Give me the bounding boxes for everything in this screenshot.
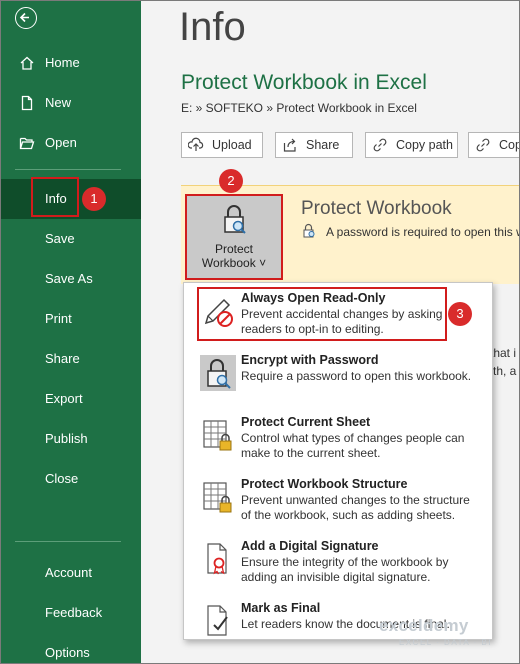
menu-item-desc: Prevent unwanted changes to the structur… bbox=[241, 493, 470, 507]
nav-account-label: Account bbox=[45, 565, 92, 580]
menu-item-desc: make to the current sheet. bbox=[241, 446, 381, 460]
nav-close-label: Close bbox=[45, 471, 79, 486]
protect-workbook-label-line2: Workbook ˅ bbox=[201, 256, 267, 270]
annotation-box-read-only bbox=[197, 287, 447, 341]
protect-heading: Protect Workbook bbox=[301, 198, 452, 219]
background-text-fragment: th, a bbox=[493, 364, 517, 378]
protect-workbook-label-line1: Protect bbox=[214, 242, 253, 256]
nav-publish-label: Publish bbox=[45, 431, 88, 446]
sidebar-divider bbox=[15, 541, 121, 542]
nav-export[interactable]: Export bbox=[1, 379, 141, 419]
chevron-down-icon: ˅ bbox=[259, 256, 267, 270]
protect-description: A password is required to open this work bbox=[326, 225, 520, 239]
nav-save-as-label: Save As bbox=[45, 271, 93, 286]
nav-open[interactable]: Open bbox=[1, 123, 141, 163]
link-icon bbox=[476, 138, 490, 152]
lock-search-icon bbox=[200, 355, 236, 391]
menu-item-desc: of the workbook, such as adding sheets. bbox=[241, 508, 456, 522]
document-final-icon bbox=[207, 605, 228, 636]
copy-path-label: Copy path bbox=[396, 138, 453, 152]
upload-icon bbox=[188, 137, 204, 151]
backstage-sidebar: Home New Open Info 1 Save Save As Print … bbox=[1, 1, 141, 663]
new-document-icon bbox=[21, 95, 33, 111]
upload-label: Upload bbox=[212, 138, 252, 152]
watermark-tagline: EXCEL · DATA · BI bbox=[399, 638, 492, 647]
document-path: E: » SOFTEKO » Protect Workbook in Excel bbox=[181, 101, 417, 115]
nav-publish[interactable]: Publish bbox=[1, 419, 141, 459]
nav-export-label: Export bbox=[45, 391, 83, 406]
share-icon bbox=[283, 138, 296, 152]
sidebar-divider bbox=[15, 169, 121, 170]
menu-item-desc: Require a password to open this workbook… bbox=[241, 369, 472, 383]
nav-home-label: Home bbox=[45, 55, 80, 70]
nav-feedback[interactable]: Feedback bbox=[1, 593, 141, 633]
nav-print-label: Print bbox=[45, 311, 72, 326]
menu-item-protect-workbook-structure[interactable]: Protect Workbook Structure Prevent unwan… bbox=[184, 477, 492, 522]
excel-backstage-window: Home New Open Info 1 Save Save As Print … bbox=[0, 0, 520, 664]
copy-path-button[interactable]: Copy path bbox=[365, 132, 458, 158]
signature-ribbon-icon bbox=[207, 543, 227, 575]
menu-item-add-digital-signature[interactable]: Add a Digital Signature Ensure the integ… bbox=[184, 539, 492, 584]
menu-item-title: Protect Workbook Structure bbox=[241, 477, 408, 491]
annotation-badge-1: 1 bbox=[82, 187, 106, 211]
nav-save-as[interactable]: Save As bbox=[1, 259, 141, 299]
upload-button[interactable]: Upload bbox=[181, 132, 263, 158]
nav-new-label: New bbox=[45, 95, 72, 110]
lock-search-icon bbox=[303, 223, 315, 238]
folder-open-icon bbox=[19, 137, 35, 150]
nav-new[interactable]: New bbox=[1, 83, 141, 123]
menu-item-encrypt-with-password[interactable]: Encrypt with Password Require a password… bbox=[184, 353, 492, 393]
protect-workbook-button[interactable]: Protect Workbook ˅ bbox=[185, 194, 283, 280]
copy-link-label: Copy bbox=[499, 138, 519, 152]
nav-options[interactable]: Options bbox=[1, 633, 141, 663]
document-name: Protect Workbook in Excel bbox=[181, 71, 427, 94]
annotation-badge-2: 2 bbox=[219, 169, 243, 193]
menu-item-desc: Ensure the integrity of the workbook by bbox=[241, 555, 449, 569]
menu-item-desc: Control what types of changes people can bbox=[241, 431, 465, 445]
nav-close[interactable]: Close bbox=[1, 459, 141, 499]
nav-home[interactable]: Home bbox=[1, 43, 141, 83]
nav-account[interactable]: Account bbox=[1, 553, 141, 593]
lock-search-icon bbox=[224, 205, 246, 234]
nav-open-label: Open bbox=[45, 135, 77, 150]
share-label: Share bbox=[306, 138, 340, 152]
link-icon bbox=[373, 138, 387, 152]
nav-share[interactable]: Share bbox=[1, 339, 141, 379]
annotation-badge-3: 3 bbox=[448, 302, 472, 326]
page-title: Info bbox=[179, 5, 246, 49]
nav-print[interactable]: Print bbox=[1, 299, 141, 339]
workbook-lock-icon bbox=[203, 482, 232, 513]
nav-save-label: Save bbox=[45, 231, 75, 246]
back-button[interactable] bbox=[15, 7, 37, 29]
share-button[interactable]: Share bbox=[275, 132, 353, 158]
nav-feedback-label: Feedback bbox=[45, 605, 103, 620]
menu-item-title: Mark as Final bbox=[241, 601, 321, 615]
menu-item-title: Encrypt with Password bbox=[241, 353, 379, 367]
nav-options-label: Options bbox=[45, 645, 90, 660]
menu-item-desc: adding an invisible digital signature. bbox=[241, 570, 431, 584]
copy-link-button[interactable]: Copy bbox=[468, 132, 519, 158]
menu-item-title: Protect Current Sheet bbox=[241, 415, 371, 429]
home-icon bbox=[20, 56, 34, 70]
watermark-logo: exceldemy bbox=[379, 616, 469, 635]
menu-item-title: Add a Digital Signature bbox=[241, 539, 379, 553]
annotation-box-info bbox=[31, 177, 79, 217]
sheet-lock-icon bbox=[203, 420, 232, 451]
background-text-fragment: that i bbox=[490, 346, 517, 360]
nav-share-label: Share bbox=[45, 351, 80, 366]
nav-save[interactable]: Save bbox=[1, 219, 141, 259]
back-arrow-icon bbox=[19, 12, 29, 23]
menu-item-protect-current-sheet[interactable]: Protect Current Sheet Control what types… bbox=[184, 415, 492, 460]
